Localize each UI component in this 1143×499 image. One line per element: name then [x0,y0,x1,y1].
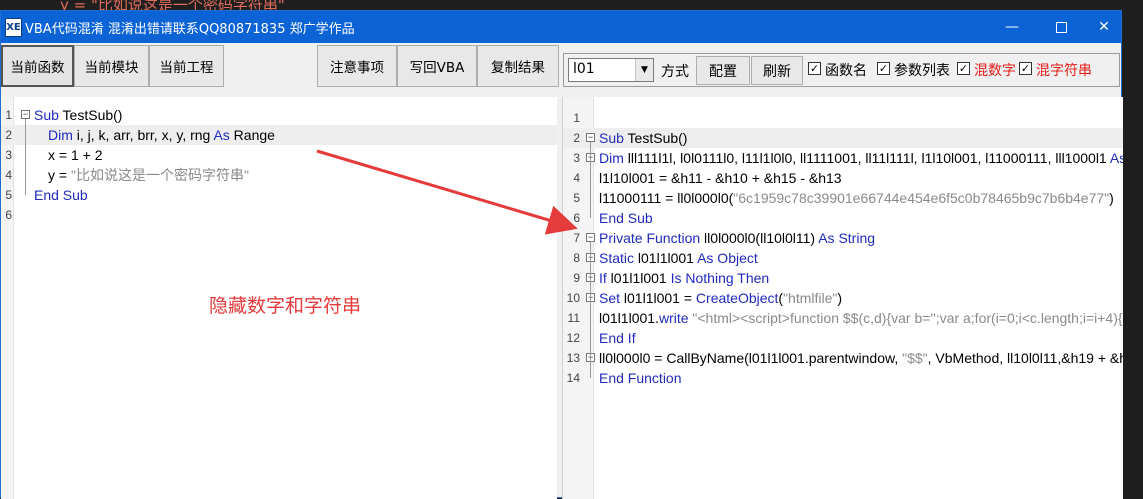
annotation-arrow [316,149,578,235]
arrow-line [316,149,578,235]
annotation-label: 隐藏数字和字符串 [209,295,362,317]
